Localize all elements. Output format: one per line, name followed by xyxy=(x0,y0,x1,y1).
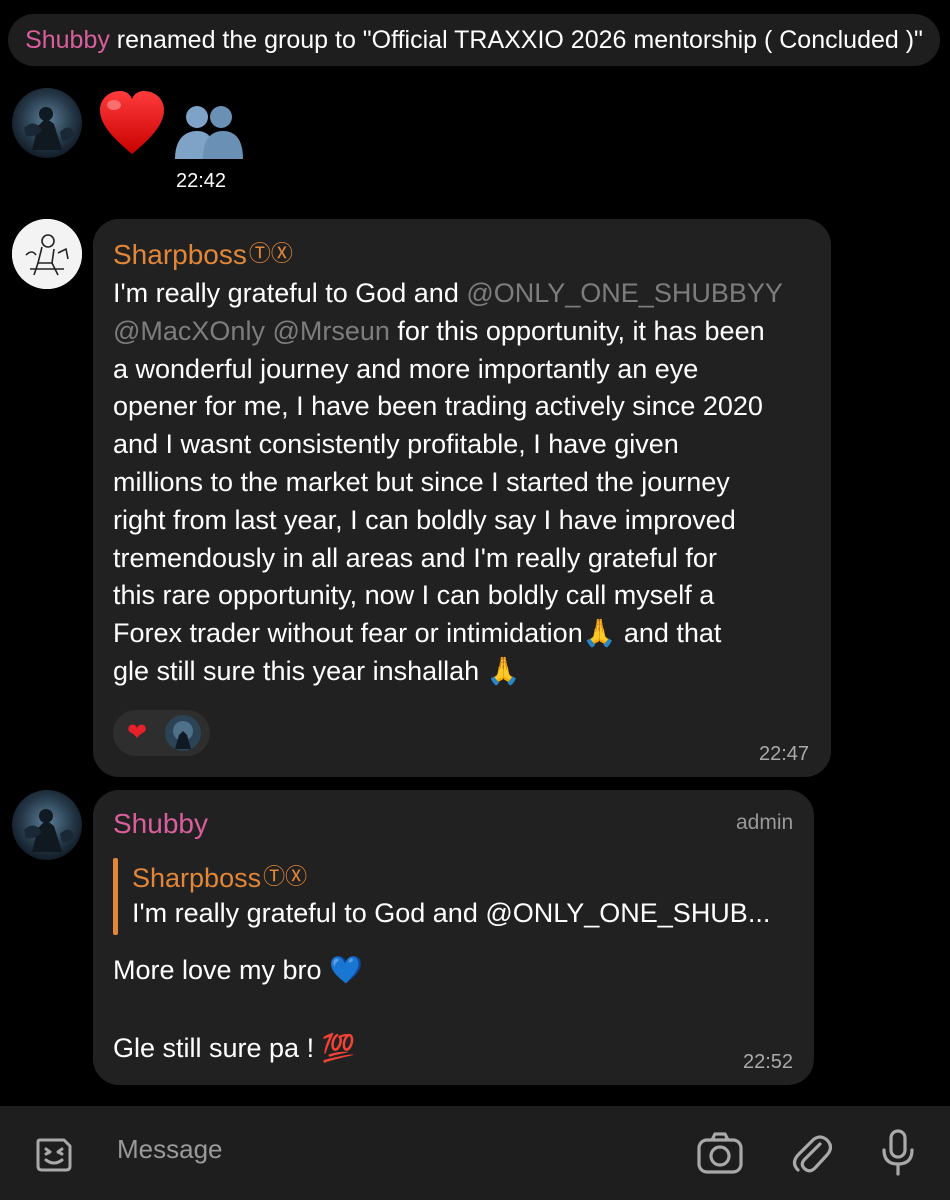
sticker-emoji-icon[interactable] xyxy=(32,1132,76,1181)
message-line: @MacXOnly @Mrseun for this opportunity, … xyxy=(113,315,765,346)
avatar-shubby[interactable] xyxy=(12,790,82,860)
camera-icon[interactable] xyxy=(696,1130,744,1181)
message-line: opener for me, I have been trading activ… xyxy=(113,391,763,422)
message-input[interactable]: Message xyxy=(117,1134,223,1165)
reaction-heart-icon: ❤ xyxy=(127,719,148,746)
message-composer: Message xyxy=(0,1106,950,1200)
service-text: renamed the group to "Official TRAXXIO 2… xyxy=(109,26,923,54)
service-message: Shubby renamed the group to "Official TR… xyxy=(8,14,940,66)
message-line: I'm really grateful to God and @ONLY_ONE… xyxy=(113,278,783,308)
message-time: 22:52 xyxy=(743,1051,794,1073)
message-line: millions to the market but since I start… xyxy=(113,466,730,497)
sender-badge: ⓉⓍ xyxy=(263,864,308,889)
reply-quote-bar xyxy=(113,858,118,935)
message-line: and I wasnt consistently profitable, I h… xyxy=(113,429,679,460)
message-sender[interactable]: SharpbossⓉⓍ xyxy=(113,236,293,271)
message-line: tremendously in all areas and I'm really… xyxy=(113,542,717,573)
admin-label: admin xyxy=(736,811,794,834)
avatar-sharpboss[interactable] xyxy=(12,219,82,289)
sender-badge: ⓉⓍ xyxy=(248,241,293,266)
people-emoji-icon xyxy=(173,103,245,166)
mention-link[interactable]: @ONLY_ONE_SHUBBYY xyxy=(466,278,783,308)
message-line: right from last year, I can boldly say I… xyxy=(113,504,736,535)
avatar-shubby[interactable] xyxy=(12,88,82,158)
message-line: gle still sure this year inshallah 🙏 xyxy=(113,655,521,686)
service-actor[interactable]: Shubby xyxy=(25,26,110,54)
message-line: this rare opportunity, now I can boldly … xyxy=(113,580,715,611)
message-time: 22:47 xyxy=(759,743,810,765)
message-text: I'm really grateful to God and @ONLY_ONE… xyxy=(113,275,783,691)
heart-emoji-icon xyxy=(98,90,166,161)
message-line: a wonderful journey and more importantly… xyxy=(113,353,699,384)
message-line: Forex trader without fear or intimidatio… xyxy=(113,618,722,649)
mention-link[interactable]: @MacXOnly @Mrseun xyxy=(113,316,390,346)
message-line: More love my bro 💙 xyxy=(113,955,363,985)
microphone-icon[interactable] xyxy=(880,1128,916,1183)
reaction-pill[interactable]: ❤ xyxy=(113,710,210,756)
reaction-avatar xyxy=(165,715,201,751)
message-line: Gle still sure pa ! 💯 xyxy=(113,1033,356,1063)
reply-sender[interactable]: SharpbossⓉⓍ xyxy=(132,859,307,894)
attach-paperclip-icon[interactable] xyxy=(790,1130,833,1181)
reply-text[interactable]: I'm really grateful to God and @ONLY_ONE… xyxy=(132,898,770,929)
sticker-time: 22:42 xyxy=(176,170,227,192)
message-sender[interactable]: Shubby xyxy=(113,808,208,840)
